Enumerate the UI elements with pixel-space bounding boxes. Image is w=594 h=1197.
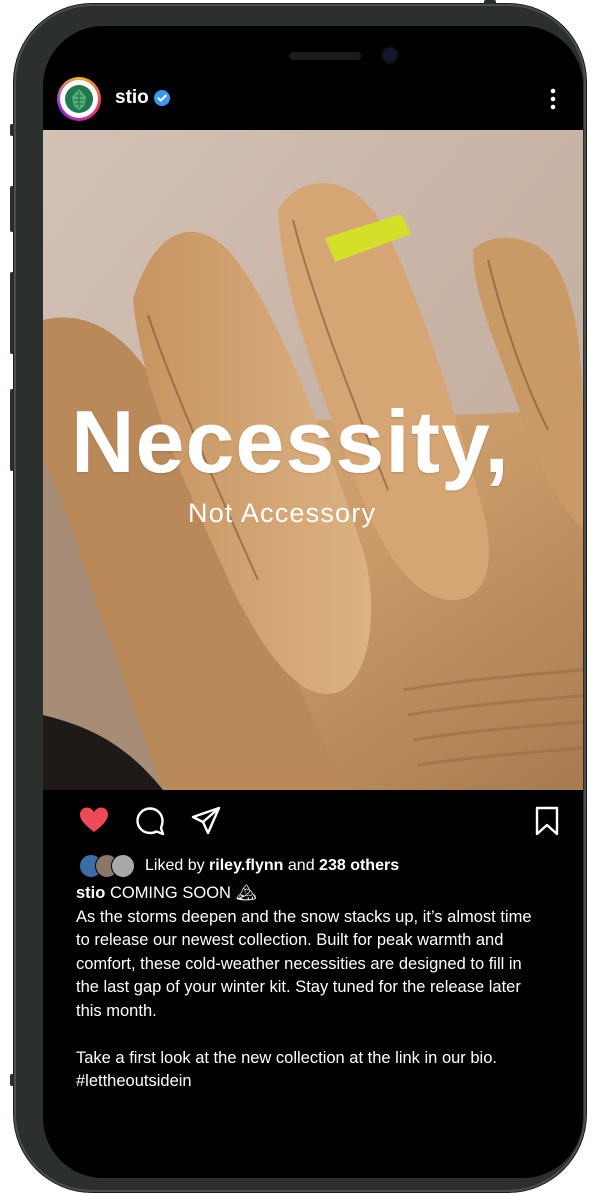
caption-closing: Take a first look at the new collection … <box>76 1048 497 1067</box>
caption-line: As the storms deepen and the snow stacks… <box>76 907 532 926</box>
side-button-lower <box>10 1074 14 1086</box>
top-button <box>484 0 496 4</box>
bookmark-save-icon[interactable] <box>535 806 559 836</box>
volume-down-button <box>10 272 14 354</box>
image-headline: Necessity, <box>71 392 510 491</box>
share-send-icon[interactable] <box>191 806 221 836</box>
post-caption: stio COMING SOON 🏔 As the storms deepen … <box>76 882 576 1094</box>
volume-up-button <box>10 186 14 232</box>
post-username[interactable]: stio <box>115 87 149 109</box>
side-button <box>10 124 14 136</box>
profile-avatar[interactable] <box>57 77 101 121</box>
more-options-icon[interactable] <box>543 84 563 114</box>
liked-by-and: and <box>287 857 315 874</box>
caption-line: to release our newest collection. Built … <box>76 931 504 949</box>
caption-title: COMING SOON <box>109 884 231 902</box>
image-subline: Not Accessory <box>188 498 377 528</box>
screen: stio Necessity, Not Accessory Liked by r… <box>43 26 583 1178</box>
liked-by-avatars <box>79 854 137 878</box>
liked-by-prefix: Liked by <box>145 857 205 874</box>
caption-username[interactable]: stio <box>76 884 105 902</box>
verified-badge-icon <box>154 90 170 106</box>
like-heart-icon[interactable] <box>79 806 109 834</box>
caption-line: the last gap of your winter kit. Stay tu… <box>76 978 521 996</box>
comment-icon[interactable] <box>135 806 165 836</box>
liked-by-user[interactable]: riley.flynn <box>209 857 283 875</box>
post-image[interactable]: Necessity, Not Accessory <box>43 130 583 790</box>
caption-line: comfort, these cold-weather necessities … <box>76 954 522 973</box>
pinecone-logo-icon <box>65 85 93 113</box>
speaker <box>289 52 361 60</box>
liked-by-others[interactable]: 238 others <box>319 857 399 875</box>
caption-title-line: stio COMING SOON 🏔 <box>76 882 576 906</box>
avatar-logo <box>60 80 98 118</box>
notch <box>268 26 448 54</box>
likes-summary[interactable]: Liked by riley.flynn and 238 others <box>79 854 399 878</box>
front-camera <box>383 48 397 62</box>
liker-avatar <box>111 854 135 878</box>
caption-hashtag[interactable]: #lettheoutsidein <box>76 1070 576 1094</box>
mountain-emoji: 🏔 <box>235 884 257 902</box>
phone-frame: stio Necessity, Not Accessory Liked by r… <box>10 0 586 1192</box>
post-header: stio <box>43 76 583 124</box>
silent-switch <box>10 389 14 471</box>
action-bar <box>43 794 583 846</box>
caption-line: this month. <box>76 1001 157 1020</box>
